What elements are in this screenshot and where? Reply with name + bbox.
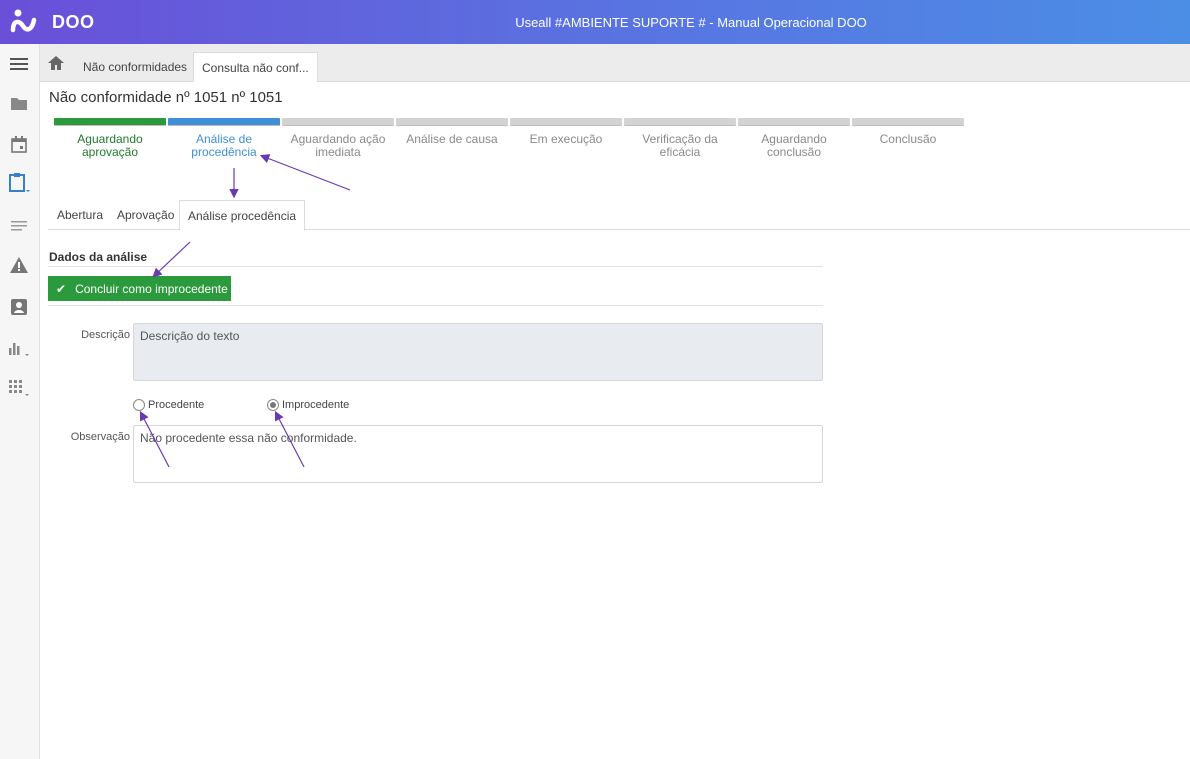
step-bar xyxy=(852,118,964,126)
radio-button[interactable] xyxy=(133,399,145,411)
tab-abertura[interactable]: Abertura xyxy=(49,200,111,230)
workflow-steps: Aguardando aprovação Análise de procedênci… xyxy=(54,118,966,168)
folder-icon[interactable] xyxy=(8,92,30,114)
radio-label: Procedente xyxy=(148,399,205,411)
step-label: Em execução xyxy=(529,132,603,146)
step-analise-de-causa[interactable]: Análise de causa xyxy=(396,118,508,146)
breadcrumb: Não conformidades Consulta não conf... xyxy=(40,44,1190,82)
observacao-label: Observação xyxy=(70,431,130,443)
step-label: Análise de procedência xyxy=(191,132,257,159)
step-bar xyxy=(624,118,736,126)
radio-improcedente[interactable]: Improcedente xyxy=(267,398,349,412)
tab-nao-conformidades[interactable]: Não conformidades xyxy=(83,52,187,82)
home-icon[interactable] xyxy=(48,56,64,70)
menu-icon[interactable] xyxy=(8,53,30,75)
step-label: Verificação da eficácia xyxy=(642,132,718,159)
step-label: Aguardando aprovação xyxy=(77,132,143,159)
step-bar xyxy=(282,118,394,126)
step-em-execucao[interactable]: Em execução xyxy=(510,118,622,146)
button-label: Concluir como improcedente xyxy=(75,281,228,296)
contact-icon[interactable] xyxy=(8,296,30,318)
step-aguardando-conclusao[interactable]: Aguardando conclusão xyxy=(738,118,850,159)
tab-aprovacao[interactable]: Aprovação xyxy=(109,200,182,230)
step-bar xyxy=(738,118,850,126)
step-label: Análise de causa xyxy=(406,132,498,146)
step-aguardando-aprovacao[interactable]: Aguardando aprovação xyxy=(54,118,166,159)
descricao-label: Descrição xyxy=(81,329,130,341)
step-label: Aguardando conclusão xyxy=(761,132,827,159)
divider xyxy=(48,305,823,306)
step-conclusao[interactable]: Conclusão xyxy=(852,118,964,146)
top-bar: DOO Useall #AMBIENTE SUPORTE # - Manual … xyxy=(0,0,1190,44)
conclude-improcedente-button[interactable]: ✔ Concluir como improcedente xyxy=(48,276,231,301)
descricao-field[interactable]: Descrição do texto xyxy=(133,323,823,381)
step-bar xyxy=(510,118,622,126)
bar-chart-icon[interactable] xyxy=(8,337,30,359)
radio-label: Improcedente xyxy=(282,399,350,411)
section-title: Dados da análise xyxy=(49,250,148,264)
step-bar xyxy=(168,118,280,126)
calendar-icon[interactable] xyxy=(8,133,30,155)
page-title: Não conformidade nº 1051 nº 1051 xyxy=(49,89,283,106)
grid-icon[interactable] xyxy=(8,377,30,399)
annotation-arrow xyxy=(152,241,191,278)
divider xyxy=(48,266,823,267)
tab-consulta-nao-conformidade[interactable]: Consulta não conf... xyxy=(193,52,318,82)
step-verificacao-eficacia[interactable]: Verificação da eficácia xyxy=(624,118,736,159)
list-icon[interactable] xyxy=(8,215,30,237)
check-icon: ✔ xyxy=(56,281,67,296)
step-label: Conclusão xyxy=(879,132,937,146)
step-aguardando-acao-imediata[interactable]: Aguardando ação imediata xyxy=(282,118,394,159)
app-title: Useall #AMBIENTE SUPORTE # - Manual Oper… xyxy=(515,15,867,30)
radio-procedente[interactable]: Procedente xyxy=(133,398,204,412)
sidebar xyxy=(0,44,40,759)
step-label: Aguardando ação imediata xyxy=(290,132,386,159)
radio-button[interactable] xyxy=(267,399,279,411)
step-bar xyxy=(54,118,166,126)
tab-analise-procedencia[interactable]: Análise procedência xyxy=(179,200,306,231)
warning-icon[interactable] xyxy=(8,254,30,276)
step-bar xyxy=(396,118,508,126)
step-analise-procedencia[interactable]: Análise de procedência xyxy=(168,118,280,159)
clipboard-icon[interactable] xyxy=(8,172,30,194)
observacao-field[interactable]: Não procedente essa não conformidade. xyxy=(133,425,823,483)
content-tabs: Abertura Aprovação Análise procedência xyxy=(48,200,1190,231)
